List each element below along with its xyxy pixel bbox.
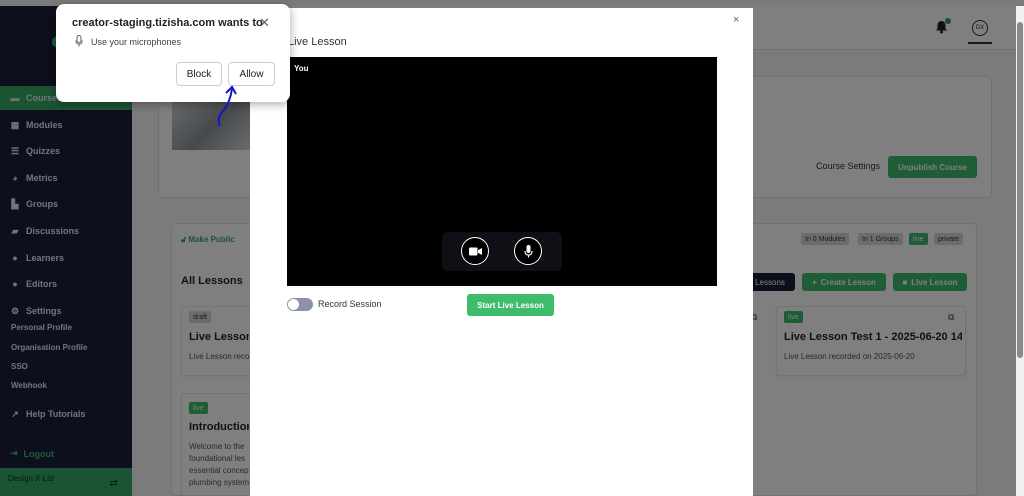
microphone-toggle-button[interactable] xyxy=(514,237,542,265)
video-participant-label: You xyxy=(294,64,309,73)
toggle-knob xyxy=(288,299,299,310)
live-lesson-modal: Live Lesson × You Record Session Start L… xyxy=(250,8,753,496)
microphone-permission-popup: creator-staging.tizisha.com wants to ✕ U… xyxy=(56,4,290,102)
allow-button[interactable]: Allow xyxy=(228,62,275,86)
permission-request-text: Use your microphones xyxy=(91,37,182,47)
page-scrollbar-thumb[interactable] xyxy=(1017,22,1023,358)
start-live-lesson-button[interactable]: Start Live Lesson xyxy=(467,294,554,316)
close-icon[interactable]: ✕ xyxy=(259,15,270,31)
block-button[interactable]: Block xyxy=(176,62,222,86)
permission-title: creator-staging.tizisha.com wants to xyxy=(72,17,263,29)
annotation-arrow-icon xyxy=(217,85,237,127)
microphone-icon xyxy=(75,35,83,47)
microphone-icon xyxy=(523,244,533,257)
record-session-label: Record Session xyxy=(318,299,382,309)
video-controls xyxy=(442,232,562,271)
record-session-toggle[interactable] xyxy=(287,298,313,311)
close-icon[interactable]: × xyxy=(733,14,739,26)
video-camera-icon xyxy=(468,247,482,255)
video-preview: You xyxy=(287,57,717,286)
camera-toggle-button[interactable] xyxy=(461,237,489,265)
modal-title: Live Lesson xyxy=(288,36,347,48)
